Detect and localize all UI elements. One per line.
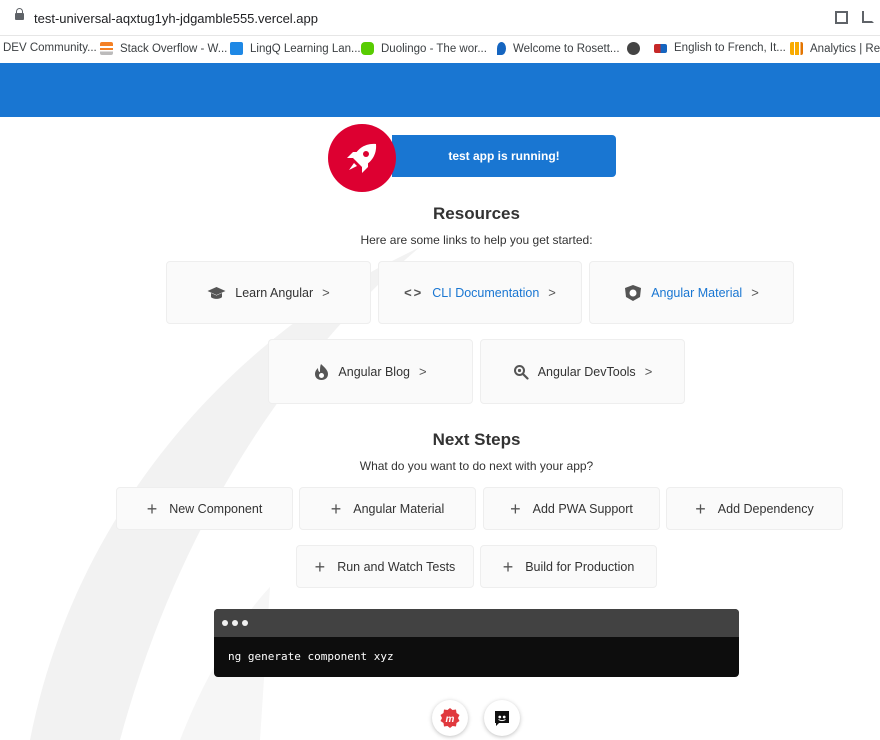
discord-icon <box>495 711 509 726</box>
angular-devtools-link[interactable]: Angular DevTools > <box>480 339 685 404</box>
step-label: Angular Material <box>353 501 445 516</box>
bookmark-dev[interactable]: DEV Community... <box>3 42 97 54</box>
bookmark-duolingo[interactable]: Duolingo - The wor... <box>361 42 487 55</box>
flame-icon <box>315 363 329 380</box>
add-pwa-support-button[interactable]: + Add PWA Support <box>483 487 660 530</box>
learn-angular-label: Learn Angular <box>235 285 314 300</box>
angular-material-label: Angular Material <box>651 285 743 300</box>
plus-icon: + <box>502 556 514 577</box>
terminal-titlebar <box>214 609 739 637</box>
bookmark-label: English to French, It... <box>674 42 786 54</box>
plus-icon: + <box>146 498 158 519</box>
rosetta-icon <box>497 42 506 55</box>
bookmark-label: Stack Overflow - W... <box>120 42 228 55</box>
devtools-search-icon <box>513 364 529 380</box>
chevron-right-icon: > <box>418 364 427 379</box>
learn-angular-link[interactable]: Learn Angular > <box>166 261 371 324</box>
step-label: New Component <box>169 501 263 516</box>
bookmark-label: DEV Community... <box>3 42 97 54</box>
resources-title: Resources <box>433 204 520 223</box>
meetup-icon: m <box>440 708 460 728</box>
angular-blog-label: Angular Blog <box>338 364 410 379</box>
angular-devtools-label: Angular DevTools <box>537 364 636 379</box>
wordreference-icon <box>654 43 667 53</box>
cli-documentation-label: CLI Documentation <box>432 285 540 300</box>
plus-icon: + <box>314 556 326 577</box>
plus-icon: + <box>695 498 706 519</box>
terminal-command: ng generate component xyz <box>228 650 394 663</box>
angular-material-link[interactable]: Angular Material > <box>589 261 794 324</box>
step-label: Run and Watch Tests <box>337 559 456 574</box>
lingq-icon <box>230 42 243 55</box>
bookmark-stackoverflow[interactable]: Stack Overflow - W... <box>100 42 227 55</box>
run-and-watch-tests-button[interactable]: + Run and Watch Tests <box>296 545 474 588</box>
rocket-icon <box>347 143 377 173</box>
build-for-production-button[interactable]: + Build for Production <box>480 545 657 588</box>
bookmark-globe[interactable] <box>627 42 647 55</box>
material-shield-icon <box>625 284 642 301</box>
globe-icon <box>627 42 640 55</box>
graduation-cap-icon <box>207 286 226 299</box>
stackoverflow-icon <box>100 42 113 55</box>
angular-material-button[interactable]: + Angular Material <box>299 487 476 530</box>
step-label: Build for Production <box>525 559 635 574</box>
meetup-link[interactable]: m <box>432 700 468 736</box>
window-dot-icon <box>232 620 238 626</box>
step-label: Add Dependency <box>717 501 814 516</box>
bookmark-analytics[interactable]: Analytics | Repo <box>790 42 880 55</box>
plus-icon: + <box>330 498 342 519</box>
running-text: test app is running! <box>448 149 560 163</box>
chevron-right-icon: > <box>751 285 759 300</box>
rocket-badge <box>328 124 396 192</box>
window-dot-icon <box>242 620 248 626</box>
add-dependency-button[interactable]: + Add Dependency <box>666 487 843 530</box>
window-dot-icon <box>222 620 228 626</box>
app-toolbar <box>0 63 880 117</box>
code-icon: <> <box>404 285 424 300</box>
chevron-right-icon: > <box>548 285 556 300</box>
bookmark-label: Welcome to Rosett... <box>513 42 620 55</box>
svg-text:m: m <box>446 714 455 725</box>
chevron-right-icon: > <box>322 285 330 300</box>
bookmark-rosetta[interactable]: Welcome to Rosett... <box>497 42 620 55</box>
qr-code-icon[interactable] <box>835 11 848 24</box>
address-bar[interactable]: test-universal-aqxtug1yh-jdgamble555.ver… <box>0 0 880 36</box>
bookmark-wordreference[interactable]: English to French, It... <box>654 42 786 54</box>
cli-documentation-link[interactable]: <> CLI Documentation > <box>378 261 582 324</box>
bookmarks-bar: DEV Community... Stack Overflow - W... L… <box>0 36 880 63</box>
share-icon[interactable] <box>862 11 874 23</box>
duolingo-icon <box>361 42 374 55</box>
running-banner: test app is running! <box>392 135 616 177</box>
bookmark-label: Duolingo - The wor... <box>381 42 487 55</box>
url-text[interactable]: test-universal-aqxtug1yh-jdgamble555.ver… <box>34 11 318 26</box>
next-steps-subtitle: What do you want to do next with your ap… <box>359 459 594 473</box>
analytics-icon <box>790 42 803 55</box>
bookmark-label: LingQ Learning Lan... <box>250 42 361 55</box>
terminal: ng generate component xyz <box>214 609 739 677</box>
plus-icon: + <box>510 498 521 519</box>
new-component-button[interactable]: + New Component <box>116 487 293 530</box>
resources-subtitle: Here are some links to help you get star… <box>360 233 593 247</box>
lock-icon <box>15 8 24 20</box>
angular-blog-link[interactable]: Angular Blog > <box>268 339 473 404</box>
next-steps-title: Next Steps <box>432 430 521 449</box>
chevron-right-icon: > <box>644 364 653 379</box>
step-label: Add PWA Support <box>532 501 633 516</box>
bookmark-label: Analytics | Repo <box>810 42 880 55</box>
bookmark-lingq[interactable]: LingQ Learning Lan... <box>230 42 361 55</box>
discord-link[interactable] <box>484 700 520 736</box>
